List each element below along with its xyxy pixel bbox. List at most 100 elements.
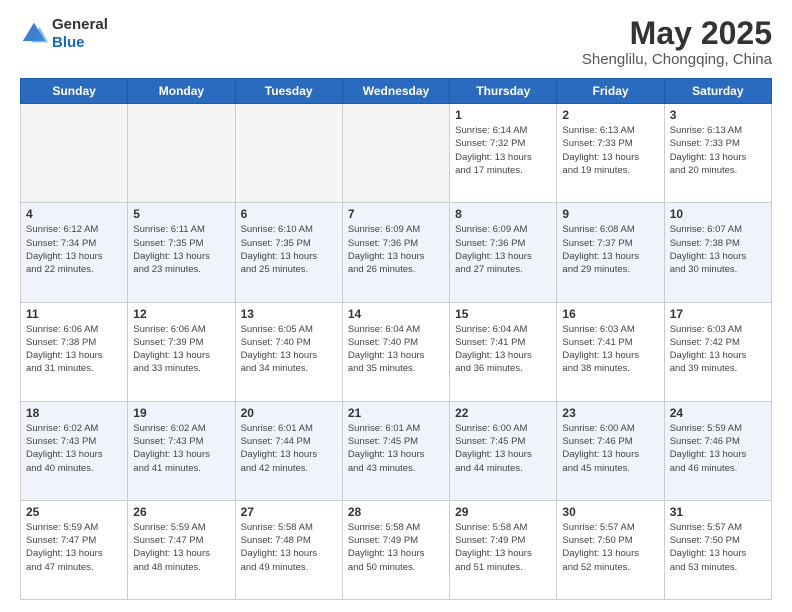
day-number: 7 (348, 207, 444, 221)
day-number: 6 (241, 207, 337, 221)
calendar-cell: 16 Sunrise: 6:03 AM Sunset: 7:41 PM Dayli… (557, 302, 664, 401)
logo: General Blue (20, 16, 108, 52)
calendar-cell: 2 Sunrise: 6:13 AM Sunset: 7:33 PM Daylig… (557, 104, 664, 203)
calendar-cell (21, 104, 128, 203)
calendar-cell (235, 104, 342, 203)
day-number: 27 (241, 505, 337, 519)
day-info: Sunrise: 6:02 AM Sunset: 7:43 PM Dayligh… (133, 422, 229, 475)
day-info: Sunrise: 5:58 AM Sunset: 7:49 PM Dayligh… (348, 521, 444, 574)
title-block: May 2025 Shenglilu, Chongqing, China (582, 16, 772, 68)
day-number: 31 (670, 505, 766, 519)
day-number: 18 (26, 406, 122, 420)
calendar-header-wednesday: Wednesday (342, 79, 449, 104)
calendar-cell: 19 Sunrise: 6:02 AM Sunset: 7:43 PM Dayli… (128, 401, 235, 500)
day-info: Sunrise: 5:58 AM Sunset: 7:49 PM Dayligh… (455, 521, 551, 574)
calendar-cell: 23Sunrise: 6:00 AM Sunset: 7:46 PM Dayli… (557, 401, 664, 500)
day-info: Sunrise: 5:57 AM Sunset: 7:50 PM Dayligh… (562, 521, 658, 574)
day-number: 4 (26, 207, 122, 221)
day-number: 16 (562, 307, 658, 321)
day-info: Sunrise: 6:07 AM Sunset: 7:38 PM Dayligh… (670, 223, 766, 276)
calendar-cell: 31 Sunrise: 5:57 AM Sunset: 7:50 PM Dayli… (664, 500, 771, 599)
calendar-cell: 15 Sunrise: 6:04 AM Sunset: 7:41 PM Dayli… (450, 302, 557, 401)
calendar-cell: 21 Sunrise: 6:01 AM Sunset: 7:45 PM Dayli… (342, 401, 449, 500)
day-info: Sunrise: 5:59 AM Sunset: 7:46 PM Dayligh… (670, 422, 766, 475)
day-info: Sunrise: 6:09 AM Sunset: 7:36 PM Dayligh… (455, 223, 551, 276)
calendar-cell: 12Sunrise: 6:06 AM Sunset: 7:39 PM Dayli… (128, 302, 235, 401)
day-info: Sunrise: 6:12 AM Sunset: 7:34 PM Dayligh… (26, 223, 122, 276)
day-number: 3 (670, 108, 766, 122)
day-info: Sunrise: 5:57 AM Sunset: 7:50 PM Dayligh… (670, 521, 766, 574)
day-number: 25 (26, 505, 122, 519)
calendar-cell (128, 104, 235, 203)
day-info: Sunrise: 6:13 AM Sunset: 7:33 PM Dayligh… (562, 124, 658, 177)
day-info: Sunrise: 6:03 AM Sunset: 7:42 PM Dayligh… (670, 323, 766, 376)
calendar-cell (342, 104, 449, 203)
calendar-cell: 24 Sunrise: 5:59 AM Sunset: 7:46 PM Dayli… (664, 401, 771, 500)
day-number: 26 (133, 505, 229, 519)
day-number: 22 (455, 406, 551, 420)
day-number: 12 (133, 307, 229, 321)
day-info: Sunrise: 6:11 AM Sunset: 7:35 PM Dayligh… (133, 223, 229, 276)
day-info: Sunrise: 6:14 AM Sunset: 7:32 PM Dayligh… (455, 124, 551, 177)
calendar-cell: 13Sunrise: 6:05 AM Sunset: 7:40 PM Dayli… (235, 302, 342, 401)
day-number: 30 (562, 505, 658, 519)
calendar-header-friday: Friday (557, 79, 664, 104)
day-number: 1 (455, 108, 551, 122)
calendar-title: May 2025 (582, 16, 772, 51)
calendar-cell: 25 Sunrise: 5:59 AM Sunset: 7:47 PM Dayli… (21, 500, 128, 599)
calendar-cell: 22 Sunrise: 6:00 AM Sunset: 7:45 PM Dayli… (450, 401, 557, 500)
day-number: 5 (133, 207, 229, 221)
day-info: Sunrise: 5:58 AM Sunset: 7:48 PM Dayligh… (241, 521, 337, 574)
day-info: Sunrise: 6:01 AM Sunset: 7:45 PM Dayligh… (348, 422, 444, 475)
calendar-week-2: 4 Sunrise: 6:12 AM Sunset: 7:34 PM Daylig… (21, 203, 772, 302)
calendar-cell: 18Sunrise: 6:02 AM Sunset: 7:43 PM Dayli… (21, 401, 128, 500)
calendar-table: SundayMondayTuesdayWednesdayThursdayFrid… (20, 78, 772, 600)
day-info: Sunrise: 6:04 AM Sunset: 7:41 PM Dayligh… (455, 323, 551, 376)
calendar-location: Shenglilu, Chongqing, China (582, 51, 772, 68)
day-number: 29 (455, 505, 551, 519)
day-number: 15 (455, 307, 551, 321)
day-number: 8 (455, 207, 551, 221)
calendar-cell: 7 Sunrise: 6:09 AM Sunset: 7:36 PM Daylig… (342, 203, 449, 302)
day-info: Sunrise: 5:59 AM Sunset: 7:47 PM Dayligh… (133, 521, 229, 574)
calendar-cell: 27 Sunrise: 5:58 AM Sunset: 7:48 PM Dayli… (235, 500, 342, 599)
calendar-cell: 20 Sunrise: 6:01 AM Sunset: 7:44 PM Dayli… (235, 401, 342, 500)
day-info: Sunrise: 5:59 AM Sunset: 7:47 PM Dayligh… (26, 521, 122, 574)
header: General Blue May 2025 Shenglilu, Chongqi… (20, 16, 772, 68)
calendar-cell: 28Sunrise: 5:58 AM Sunset: 7:49 PM Dayli… (342, 500, 449, 599)
day-info: Sunrise: 6:09 AM Sunset: 7:36 PM Dayligh… (348, 223, 444, 276)
calendar-cell: 5 Sunrise: 6:11 AM Sunset: 7:35 PM Daylig… (128, 203, 235, 302)
calendar-header-sunday: Sunday (21, 79, 128, 104)
day-number: 23 (562, 406, 658, 420)
day-info: Sunrise: 6:04 AM Sunset: 7:40 PM Dayligh… (348, 323, 444, 376)
calendar-cell: 30 Sunrise: 5:57 AM Sunset: 7:50 PM Dayli… (557, 500, 664, 599)
day-number: 14 (348, 307, 444, 321)
calendar-week-1: 1 Sunrise: 6:14 AM Sunset: 7:32 PM Daylig… (21, 104, 772, 203)
logo-general: General (52, 16, 108, 33)
calendar-cell: 29 Sunrise: 5:58 AM Sunset: 7:49 PM Dayli… (450, 500, 557, 599)
calendar-header-monday: Monday (128, 79, 235, 104)
calendar-cell: 17Sunrise: 6:03 AM Sunset: 7:42 PM Dayli… (664, 302, 771, 401)
calendar-cell: 4 Sunrise: 6:12 AM Sunset: 7:34 PM Daylig… (21, 203, 128, 302)
calendar-week-5: 25 Sunrise: 5:59 AM Sunset: 7:47 PM Dayli… (21, 500, 772, 599)
day-number: 20 (241, 406, 337, 420)
calendar-cell: 26 Sunrise: 5:59 AM Sunset: 7:47 PM Dayli… (128, 500, 235, 599)
calendar-week-4: 18 Sunrise: 6:02 AM Sunset: 7:43 PM Dayli… (21, 401, 772, 500)
calendar-cell: 6 Sunrise: 6:10 AM Sunset: 7:35 PM Daylig… (235, 203, 342, 302)
day-number: 2 (562, 108, 658, 122)
calendar-cell: 8 Sunrise: 6:09 AM Sunset: 7:36 PM Daylig… (450, 203, 557, 302)
day-info: Sunrise: 6:01 AM Sunset: 7:44 PM Dayligh… (241, 422, 337, 475)
day-info: Sunrise: 6:13 AM Sunset: 7:33 PM Dayligh… (670, 124, 766, 177)
day-info: Sunrise: 6:03 AM Sunset: 7:41 PM Dayligh… (562, 323, 658, 376)
day-number: 9 (562, 207, 658, 221)
day-number: 21 (348, 406, 444, 420)
day-info: Sunrise: 6:10 AM Sunset: 7:35 PM Dayligh… (241, 223, 337, 276)
day-info: Sunrise: 6:08 AM Sunset: 7:37 PM Dayligh… (562, 223, 658, 276)
day-number: 13 (241, 307, 337, 321)
day-info: Sunrise: 6:00 AM Sunset: 7:45 PM Dayligh… (455, 422, 551, 475)
calendar-header-row: SundayMondayTuesdayWednesdayThursdayFrid… (21, 79, 772, 104)
day-number: 24 (670, 406, 766, 420)
day-number: 19 (133, 406, 229, 420)
logo-icon (20, 20, 48, 48)
calendar-header-saturday: Saturday (664, 79, 771, 104)
